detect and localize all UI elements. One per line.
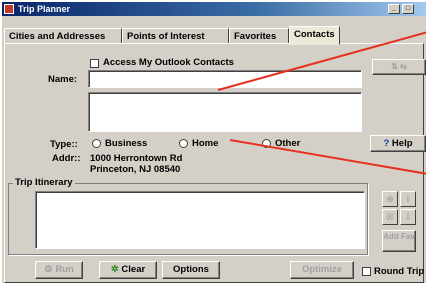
type-other-label: Other [275, 138, 301, 149]
add-fav-button[interactable]: Add Fav [382, 230, 416, 252]
type-business-label: Business [105, 138, 148, 149]
move-down-icon[interactable]: ⇩ [400, 209, 416, 225]
help-button[interactable]: ? Help [370, 135, 426, 152]
swap-button[interactable]: ⇅ ⇆ [372, 59, 426, 75]
run-label: Run [55, 264, 74, 275]
options-button[interactable]: Options [162, 261, 220, 279]
optimize-button[interactable]: Optimize [290, 261, 354, 279]
tab-cities-and-addresses[interactable]: Cities and Addresses [4, 28, 122, 44]
type-other-radio[interactable] [262, 139, 271, 148]
type-home-label: Home [192, 138, 219, 149]
move-up-icon[interactable]: ⇧ [400, 191, 416, 207]
minimize-button[interactable]: _ [388, 4, 400, 14]
help-label: Help [391, 138, 413, 149]
clear-icon: ✲ [110, 264, 119, 275]
round-trip-checkbox[interactable] [362, 267, 371, 276]
itinerary-list[interactable] [35, 191, 365, 249]
app-icon [4, 4, 14, 14]
title-bar[interactable]: Trip Planner _ □ [2, 2, 426, 16]
type-home-radio[interactable] [179, 139, 188, 148]
tab-contacts[interactable]: Contacts [289, 26, 340, 45]
type-label: Type:: [50, 139, 78, 150]
maximize-button[interactable]: □ [402, 4, 414, 14]
name-field[interactable] [88, 70, 362, 88]
type-business-radio[interactable] [92, 139, 101, 148]
tab-favorites[interactable]: Favorites [229, 28, 289, 44]
name-label: Name: [48, 74, 78, 85]
run-icon: ⚙ [44, 264, 53, 275]
contact-list-box[interactable] [88, 92, 362, 132]
window-title: Trip Planner [18, 4, 71, 14]
run-button[interactable]: ⚙ Run [35, 261, 83, 279]
clear-button[interactable]: ✲ Clear [99, 261, 157, 279]
round-trip-label: Round Trip [374, 266, 425, 277]
addr-line-2: Princeton, NJ 08540 [90, 164, 181, 175]
outlook-contacts-checkbox[interactable] [90, 59, 99, 68]
addr-label: Addr:: [52, 153, 81, 164]
outlook-contacts-label: Access My Outlook Contacts [103, 57, 234, 68]
addr-line-1: 1000 Herrontown Rd [90, 153, 183, 164]
trip-itinerary-title: Trip Itinerary [13, 177, 75, 188]
tab-points-of-interest[interactable]: Points of Interest [122, 28, 229, 44]
delete-stop-icon[interactable]: ☒ [382, 209, 398, 225]
clear-label: Clear [121, 264, 146, 275]
help-icon: ? [383, 138, 390, 149]
add-stop-icon[interactable]: ⊕ [382, 191, 398, 207]
trip-planner-window: Trip Planner _ □ Cities and Addresses Po… [0, 0, 426, 283]
